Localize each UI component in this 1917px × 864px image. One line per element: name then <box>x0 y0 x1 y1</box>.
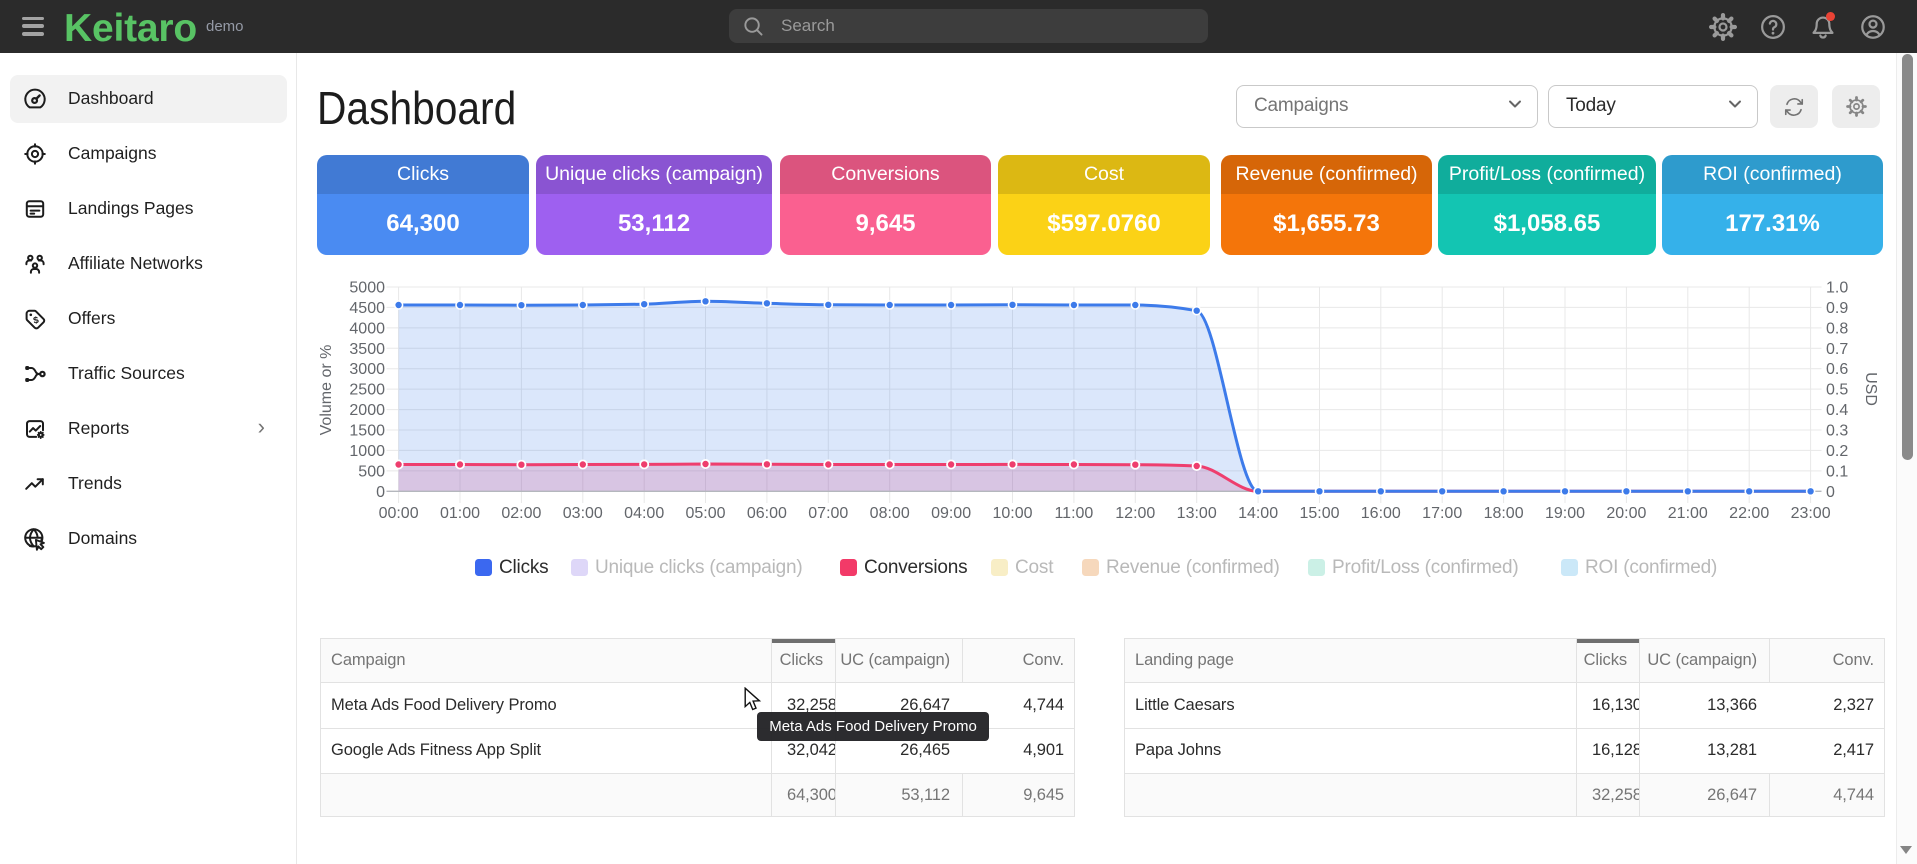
svg-text:05:00: 05:00 <box>685 505 725 522</box>
svg-text:15:00: 15:00 <box>1299 505 1339 522</box>
svg-text:0.9: 0.9 <box>1826 300 1848 317</box>
svg-text:19:00: 19:00 <box>1545 505 1585 522</box>
svg-text:Volume or %: Volume or % <box>318 345 335 436</box>
svg-text:500: 500 <box>358 463 385 480</box>
svg-text:02:00: 02:00 <box>501 505 541 522</box>
svg-text:$: $ <box>32 315 40 327</box>
svg-text:4500: 4500 <box>349 300 385 317</box>
svg-text:16:00: 16:00 <box>1361 505 1401 522</box>
svg-text:2000: 2000 <box>349 402 385 419</box>
svg-text:0: 0 <box>376 484 385 501</box>
svg-text:17:00: 17:00 <box>1422 505 1462 522</box>
svg-text:0.3: 0.3 <box>1826 423 1848 440</box>
svg-text:11:00: 11:00 <box>1054 505 1093 522</box>
svg-text:0.5: 0.5 <box>1826 382 1848 399</box>
svg-text:20:00: 20:00 <box>1606 505 1646 522</box>
svg-text:04:00: 04:00 <box>624 505 664 522</box>
svg-text:06:00: 06:00 <box>747 505 787 522</box>
svg-text:09:00: 09:00 <box>931 505 971 522</box>
svg-text:18:00: 18:00 <box>1484 505 1524 522</box>
svg-text:0: 0 <box>1826 484 1835 501</box>
svg-text:2500: 2500 <box>349 382 385 399</box>
svg-text:1000: 1000 <box>349 443 385 460</box>
svg-text:08:00: 08:00 <box>870 505 910 522</box>
svg-text:3000: 3000 <box>349 361 385 378</box>
svg-text:0.2: 0.2 <box>1826 443 1848 460</box>
svg-text:0.1: 0.1 <box>1826 463 1848 480</box>
svg-text:3500: 3500 <box>349 341 385 358</box>
svg-text:22:00: 22:00 <box>1729 505 1769 522</box>
svg-text:13:00: 13:00 <box>1177 505 1217 522</box>
svg-text:21:00: 21:00 <box>1668 505 1708 522</box>
svg-text:10:00: 10:00 <box>992 505 1032 522</box>
svg-text:0.6: 0.6 <box>1826 361 1848 378</box>
svg-text:01:00: 01:00 <box>440 505 480 522</box>
svg-text:14:00: 14:00 <box>1238 505 1278 522</box>
svg-text:1.0: 1.0 <box>1826 280 1848 297</box>
svg-text:0.7: 0.7 <box>1826 341 1848 358</box>
svg-text:07:00: 07:00 <box>808 505 848 522</box>
svg-text:12:00: 12:00 <box>1115 505 1155 522</box>
svg-text:5000: 5000 <box>349 280 385 297</box>
svg-text:1500: 1500 <box>349 423 385 440</box>
svg-text:00:00: 00:00 <box>379 505 419 522</box>
svg-text:23:00: 23:00 <box>1791 505 1831 522</box>
svg-text:USD: USD <box>1862 372 1879 406</box>
svg-text:4000: 4000 <box>349 320 385 337</box>
svg-text:03:00: 03:00 <box>563 505 603 522</box>
svg-text:0.4: 0.4 <box>1826 402 1848 419</box>
svg-text:0.8: 0.8 <box>1826 320 1848 337</box>
